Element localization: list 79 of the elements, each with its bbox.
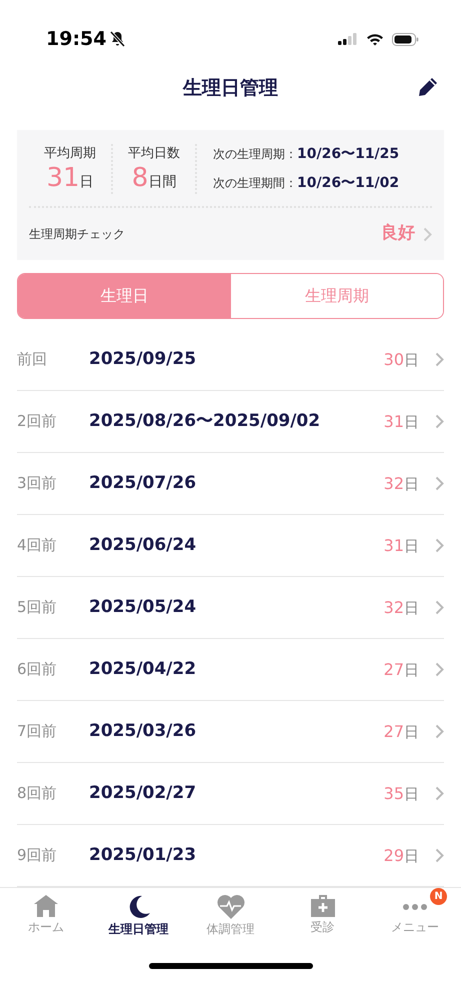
- check-label: 生理周期チェック: [29, 226, 125, 243]
- chevron-right-icon: [435, 352, 444, 367]
- record-unit: 日: [404, 536, 419, 554]
- chevron-right-icon: [435, 786, 444, 801]
- status-time: 19:54: [46, 26, 106, 52]
- record-label: 5回前: [17, 597, 58, 618]
- record-days: 29: [384, 846, 404, 864]
- chevron-right-icon: [435, 724, 444, 739]
- record-row[interactable]: 6回前 2025/04/22 27日: [17, 639, 444, 701]
- record-row[interactable]: 4回前 2025/06/24 31日: [17, 515, 444, 577]
- record-date: 2025/08/26〜2025/09/02: [89, 410, 322, 433]
- record-row[interactable]: 3回前 2025/07/26 32 日: [17, 453, 444, 515]
- record-date: 2025/04/22: [89, 658, 198, 681]
- next-date: 10/26〜11/02: [297, 174, 400, 193]
- record-label: 9回前: [17, 845, 58, 866]
- record-days: 35: [384, 784, 404, 802]
- record-days: 32: [384, 598, 404, 616]
- chevron-right-icon: [435, 662, 444, 677]
- chevron-right-icon: [435, 848, 444, 863]
- record-unit: 日: [404, 350, 419, 368]
- record-date: 2025/03/26: [89, 720, 198, 743]
- record-label: 6回前: [17, 659, 58, 680]
- record-date: 2025/09/25: [89, 348, 198, 371]
- record-unit: 日: [404, 474, 419, 492]
- signal-icon: [338, 33, 358, 45]
- record-label: 7回前: [17, 721, 58, 742]
- record-unit: 日: [404, 784, 419, 802]
- record-days: 32: [384, 474, 404, 492]
- record-days: 27: [384, 722, 404, 740]
- next-date: 10/26〜11/25: [297, 145, 400, 164]
- wifi-icon: [366, 32, 384, 46]
- record-unit: 日: [404, 846, 419, 864]
- medical-case-icon: [310, 894, 336, 918]
- record-label: 4回前: [17, 535, 58, 556]
- record-date: 2025/01/23: [89, 844, 198, 867]
- record-days: 27: [384, 660, 404, 678]
- heart-pulse-icon: [216, 894, 246, 920]
- record-label: 2回前: [17, 411, 58, 432]
- chevron-right-icon: [435, 538, 444, 553]
- record-date: 2025/07/26: [89, 472, 198, 495]
- record-unit: 日: [404, 660, 419, 678]
- check-result: 良好: [381, 222, 415, 246]
- battery-icon: [392, 32, 419, 46]
- tab-bar-item[interactable]: 生理日管理: [92, 888, 184, 949]
- record-date: 2025/06/24: [89, 534, 198, 557]
- stat-label: 平均日数: [127, 145, 181, 163]
- record-days: 30: [384, 350, 404, 368]
- more-icon: [400, 903, 429, 911]
- chevron-right-icon: [435, 600, 444, 615]
- record-row[interactable]: 7回前 2025/03/26 27日: [17, 701, 444, 763]
- chevron-right-icon: [435, 476, 444, 491]
- chevron-right-icon: [435, 414, 444, 429]
- record-unit: 日: [404, 598, 419, 616]
- record-days: 31: [384, 536, 404, 554]
- record-row[interactable]: 8回前 2025/02/27 35日: [17, 763, 444, 825]
- record-label: 前回: [17, 349, 48, 370]
- stat-value: 31: [46, 162, 80, 192]
- record-label: 8回前: [17, 783, 58, 804]
- stat-value: 8: [132, 162, 148, 192]
- stat-unit: 日間: [148, 174, 176, 190]
- stat-label: 平均周期: [43, 145, 97, 163]
- muted-bell-icon: [110, 31, 126, 47]
- screen-title: 生理日管理: [183, 76, 278, 101]
- record-date: 2025/05/24: [89, 596, 198, 619]
- record-row[interactable]: 5回前 2025/05/24 32 日: [17, 577, 444, 639]
- next-label: 次の生理周期：: [213, 146, 297, 163]
- record-unit: 日: [404, 722, 419, 740]
- notification-badge: N: [430, 888, 448, 905]
- record-date: 2025/02/27: [89, 782, 198, 805]
- record-row[interactable]: 2回前 2025/08/26〜2025/09/02 31日: [17, 391, 444, 453]
- record-days: 31: [384, 412, 404, 430]
- record-row[interactable]: 9回前 2025/01/23 29日: [17, 825, 444, 887]
- stat-unit: 日: [80, 174, 94, 190]
- record-row[interactable]: 前回 2025/09/25 30日: [17, 329, 444, 391]
- home-icon: [33, 894, 60, 918]
- record-label: 3回前: [17, 473, 58, 494]
- next-label: 次の生理期間：: [213, 175, 297, 192]
- edit-icon[interactable]: [417, 76, 439, 98]
- record-unit: 日: [404, 412, 419, 430]
